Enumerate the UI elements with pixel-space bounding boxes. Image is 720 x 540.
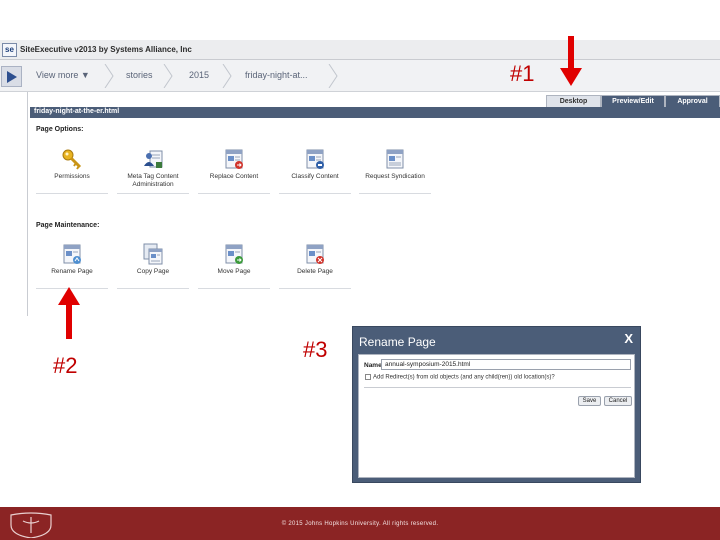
navigation-bar: View more ▼ stories 2015 friday-night-at… [0,60,720,92]
divider [36,193,108,194]
user-document-icon [144,150,163,168]
annotation-arrow-down-icon [560,36,582,86]
breadcrumb-current-page[interactable]: friday-night-at... [245,70,308,80]
breadcrumb-stories[interactable]: stories [126,70,153,80]
chevron-right-icon [328,64,338,88]
divider [364,387,631,388]
tool-label: Permissions [54,173,90,180]
page-header-bar: friday-night-at-the-er.html [30,107,720,118]
close-icon[interactable]: X [624,331,633,346]
redirect-option[interactable]: Add Redirect(s) from old objects (and an… [365,374,555,381]
view-more-dropdown[interactable]: View more ▼ [36,70,90,80]
copy-page-icon [143,243,163,265]
tab-approval[interactable]: Approval [665,95,720,107]
slide: se SiteExecutive v2013 by Systems Allian… [0,0,720,540]
app-titlebar: se SiteExecutive v2013 by Systems Allian… [0,40,720,60]
syndication-icon [386,149,404,169]
divider [279,193,351,194]
se-logo: se [2,43,17,57]
divider [27,92,28,316]
tab-desktop[interactable]: Desktop [546,95,601,107]
dialog-body: Name: Add Redirect(s) from old objects (… [358,354,635,478]
divider [198,193,270,194]
divider [117,193,189,194]
request-syndication-button[interactable]: Request Syndication [355,148,435,196]
tab-preview-edit[interactable]: Preview/Edit [601,95,665,107]
footer-copyright: © 2015 Johns Hopkins University. All rig… [281,521,439,527]
rename-page-button[interactable]: Rename Page [32,243,112,291]
classify-content-icon [306,149,324,169]
play-icon [7,71,17,83]
site-executive-window: se SiteExecutive v2013 by Systems Allian… [0,40,720,316]
annotation-3-label: #3 [303,337,328,362]
chevron-right-icon [163,64,173,88]
save-button[interactable]: Save [578,396,601,406]
classify-content-button[interactable]: Classify Content [275,148,355,196]
rename-page-icon [63,244,81,264]
rename-page-dialog: Rename Page X Name: Add Redirect(s) from… [352,326,641,483]
move-page-icon [225,244,243,264]
breadcrumb-2015[interactable]: 2015 [189,70,209,80]
name-input[interactable] [381,359,631,370]
move-page-button[interactable]: Move Page [194,243,274,291]
redirect-checkbox[interactable] [365,374,371,380]
annotation-1-label: #1 [510,61,535,86]
tool-label: Meta Tag Content Administration [127,173,179,188]
tool-label: Classify Content [291,173,339,180]
delete-page-icon [306,244,324,264]
key-icon [62,149,82,170]
page-maintenance-heading: Page Maintenance: [36,222,100,229]
copy-page-button[interactable]: Copy Page [113,243,193,291]
app-title: SiteExecutive v2013 by Systems Alliance,… [20,45,192,54]
chevron-right-icon [222,64,232,88]
divider [198,288,270,289]
delete-page-button[interactable]: Delete Page [275,243,355,291]
page-filename: friday-night-at-the-er.html [34,108,120,115]
tool-label: Move Page [217,268,251,275]
expand-panel-button[interactable] [1,66,22,87]
tool-label: Replace Content [209,173,259,180]
permissions-button[interactable]: Permissions [32,148,112,196]
replace-content-icon [225,149,243,169]
footer-bar: © 2015 Johns Hopkins University. All rig… [0,507,720,540]
tool-label: Request Syndication [365,173,425,180]
divider [117,288,189,289]
dialog-title: Rename Page [359,335,436,349]
annotation-2-label: #2 [53,353,78,378]
cancel-button[interactable]: Cancel [604,396,632,406]
page-options-heading: Page Options: [36,126,84,133]
chevron-right-icon [104,64,114,88]
divider [359,193,431,194]
redirect-label: Add Redirect(s) from old objects (and an… [373,374,555,381]
annotation-arrow-up-icon [58,287,80,339]
divider [279,288,351,289]
tool-label: Delete Page [297,268,333,275]
meta-tag-content-administration-button[interactable]: Meta Tag Content Administration [113,148,193,196]
tool-label: Rename Page [51,268,93,275]
tool-label: Copy Page [136,268,170,275]
replace-content-button[interactable]: Replace Content [194,148,274,196]
